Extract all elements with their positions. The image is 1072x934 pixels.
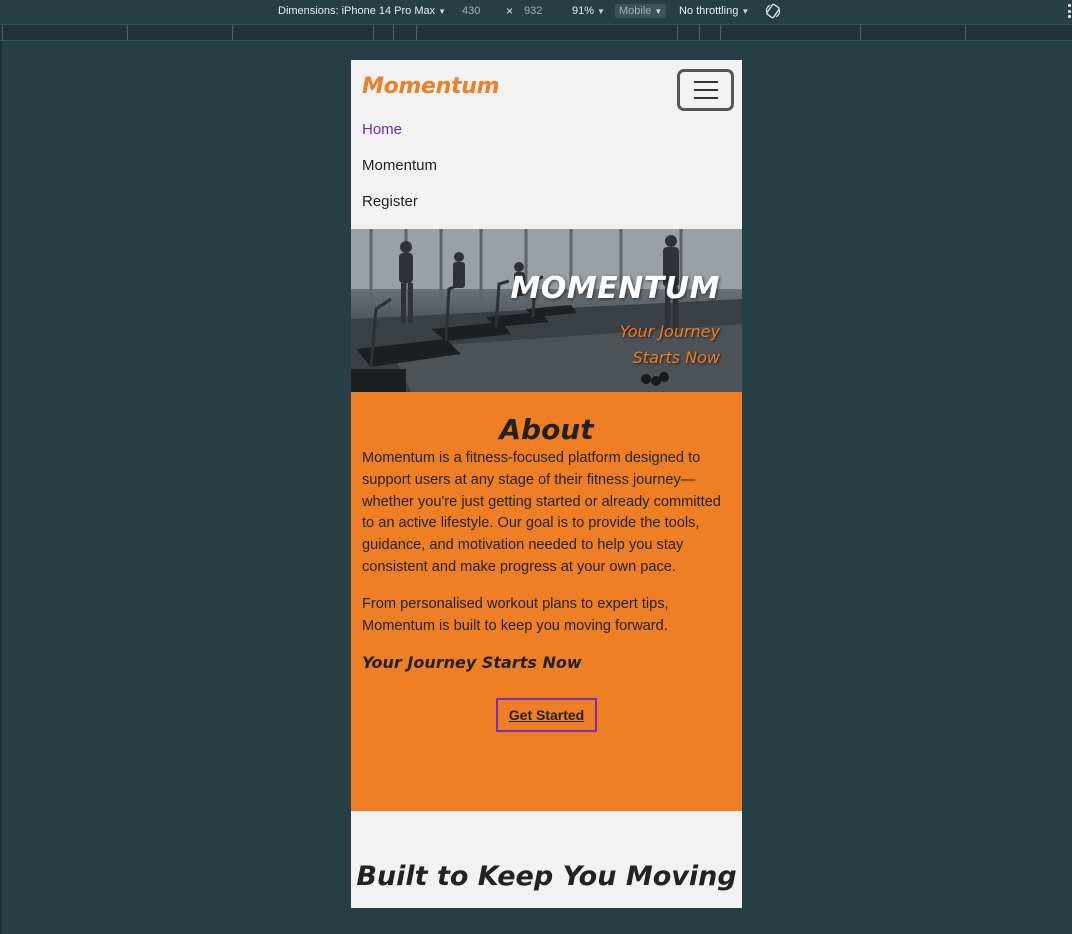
site-logo[interactable]: Momentum	[362, 74, 500, 99]
get-started-button[interactable]: Get Started	[495, 698, 598, 733]
hero-banner: MOMENTUM Your Journey Starts Now	[351, 229, 742, 392]
hamburger-icon	[693, 81, 718, 83]
device-viewport: Momentum Home Momentum Register MOMENTUM…	[351, 60, 742, 908]
chevron-down-icon: ▼	[438, 6, 447, 16]
main-nav: Home Momentum Register	[351, 120, 742, 228]
about-tagline: Your Journey Starts Now	[362, 653, 582, 673]
throttling-dropdown[interactable]: No throttling ▼	[679, 5, 749, 17]
times-symbol: ×	[506, 4, 514, 18]
chevron-down-icon: ▼	[741, 6, 750, 16]
throttling-value: No throttling	[679, 5, 739, 17]
features-section: Built to Keep You Moving	[351, 811, 742, 908]
dimensions-label: Dimensions: iPhone 14 Pro Max	[278, 5, 436, 17]
about-section: About Momentum is a fitness-focused plat…	[351, 392, 742, 811]
mode-dropdown[interactable]: Mobile ▼	[615, 4, 667, 18]
nav-link-register[interactable]: Register	[362, 192, 742, 228]
about-heading: About	[499, 413, 594, 446]
more-options-icon[interactable]	[1068, 4, 1072, 18]
zoom-value: 91%	[572, 5, 595, 17]
site-header: Momentum	[351, 60, 742, 120]
hero-title: MOMENTUM	[510, 271, 720, 306]
nav-link-momentum[interactable]: Momentum	[362, 156, 742, 192]
menu-toggle-button[interactable]	[677, 69, 734, 111]
zoom-dropdown[interactable]: 91% ▼	[572, 5, 605, 17]
rotate-icon[interactable]	[765, 3, 781, 19]
about-paragraph-2: From personalised workout plans to exper…	[362, 595, 669, 634]
devtools-toolbar: Dimensions: iPhone 14 Pro Max ▼ 430 × 93…	[0, 0, 1072, 24]
features-heading: Built to Keep You Moving	[356, 861, 737, 892]
hero-subtitle: Your Journey Starts Now	[619, 322, 720, 367]
height-input[interactable]: 932	[524, 5, 542, 17]
nav-link-home[interactable]: Home	[362, 120, 742, 156]
device-dimensions-dropdown[interactable]: Dimensions: iPhone 14 Pro Max ▼	[278, 5, 446, 17]
mode-value: Mobile ▼	[615, 4, 667, 18]
viewport-edge	[0, 41, 2, 934]
cta-wrapper: Get Started	[362, 698, 731, 733]
width-input[interactable]: 430	[462, 5, 480, 17]
chevron-down-icon: ▼	[597, 6, 605, 16]
about-paragraph-1: Momentum is a fitness-focused platform d…	[362, 450, 721, 575]
media-query-ruler	[0, 24, 1072, 41]
